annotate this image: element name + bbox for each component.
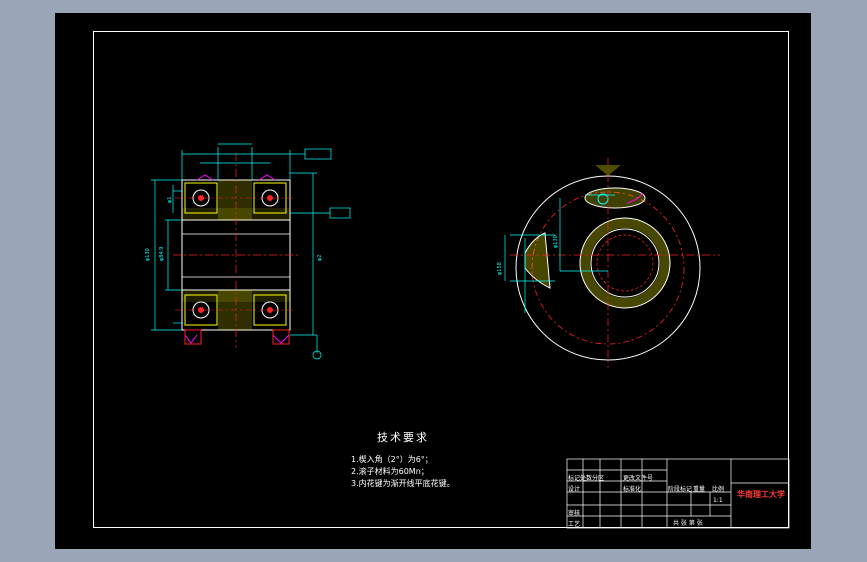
- tech-requirements-title: 技术要求: [377, 431, 429, 444]
- tech-requirement-item: 1.楔入角（2°）为6°；: [351, 455, 433, 464]
- tb-row-3: 审核: [568, 510, 581, 517]
- front-dim-label-2: φ130: [553, 235, 559, 248]
- tech-requirements-list: 1.楔入角（2°）为6°； 2.滚子材料为60Mn； 3.内花键为渐开线平底花键…: [351, 454, 455, 490]
- tech-requirement-item: 3.内花键为渐开线平底花键。: [351, 479, 455, 488]
- tb-company: 华南理工大学: [737, 490, 785, 499]
- dim-label-1: φ130: [145, 248, 151, 261]
- dim-label-4: φ1: [167, 197, 173, 203]
- front-dim-label-1: φ158: [497, 262, 503, 275]
- roller-left: [524, 232, 551, 289]
- tb-sheet-count: 共 张 第 张: [673, 520, 703, 527]
- dim-label-2: φ84.9: [159, 247, 165, 261]
- tb-scale-label: 比例: [712, 486, 725, 493]
- tb-row-2: 设计: [568, 486, 581, 493]
- tb-cell-2: 标准化: [623, 486, 642, 493]
- dim-label-3: φ2: [317, 255, 323, 261]
- tb-row-1: 标记处数分区: [568, 475, 605, 482]
- tb-weight-label: 重量: [693, 486, 706, 493]
- title-block: 标记处数分区 设计 审核 工艺 更改文件号 标准化 阶段标记 重量 比例 1:1…: [567, 459, 789, 528]
- tb-scale-value: 1:1: [713, 497, 723, 504]
- tb-stage-label: 阶段标记: [668, 486, 693, 493]
- drawing-sheet: φ130 φ84.9 φ2 φ1 φ158 φ130 技术要求 1.楔入角（2°…: [55, 13, 811, 549]
- tb-cell-1: 更改文件号: [623, 475, 654, 482]
- roller-top: [584, 187, 646, 209]
- front-view: φ158 φ130: [497, 158, 720, 368]
- section-view: φ130 φ84.9 φ2 φ1: [145, 143, 351, 360]
- tb-row-4: 工艺: [568, 521, 581, 528]
- tech-requirement-item: 2.滚子材料为60Mn；: [351, 467, 429, 476]
